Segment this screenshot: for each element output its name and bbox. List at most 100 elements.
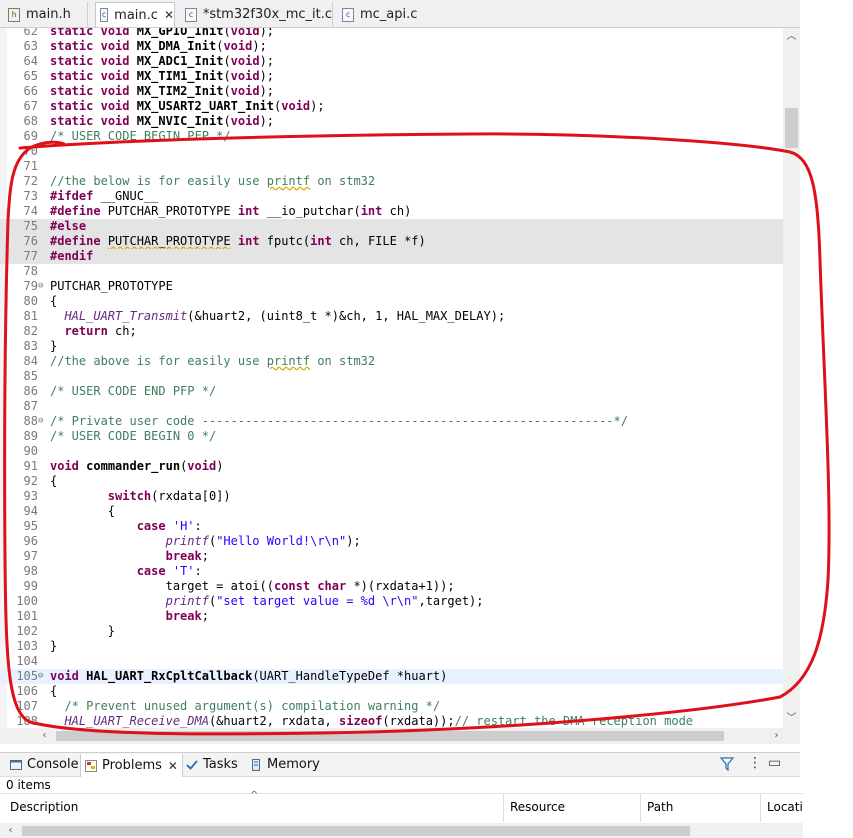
code-text[interactable]: static void MX_USART2_UART_Init(void); — [50, 99, 325, 114]
code-line[interactable]: 102 } — [0, 624, 783, 639]
code-line[interactable]: 101 break; — [0, 609, 783, 624]
tab-stm32f30x-mc-it-c[interactable]: c *stm32f30x_mc_it.c — [183, 2, 333, 27]
code-line[interactable]: 106{ — [0, 684, 783, 699]
code-text[interactable]: target = atoi((const char *)(rxdata+1)); — [50, 579, 455, 594]
vertical-scrollbar[interactable]: ︿ ﹀ — [783, 28, 800, 728]
code-text[interactable]: #ifdef __GNUC__ — [50, 189, 158, 204]
code-text[interactable]: { — [50, 294, 57, 309]
code-line[interactable]: 63static void MX_DMA_Init(void); — [0, 39, 783, 54]
code-line[interactable]: 76#define PUTCHAR_PROTOTYPE int fputc(in… — [0, 234, 783, 249]
code-line[interactable]: 92{ — [0, 474, 783, 489]
column-divider[interactable] — [640, 794, 641, 822]
code-line[interactable]: 88⊖/* Private user code ----------------… — [0, 414, 783, 429]
tab-console[interactable]: Console — [10, 757, 79, 772]
tab-mc-api-c[interactable]: c mc_api.c — [340, 2, 440, 27]
filter-icon[interactable] — [720, 757, 734, 771]
code-line[interactable]: 86/* USER CODE END PFP */ — [0, 384, 783, 399]
code-line[interactable]: 107 /* Prevent unused argument(s) compil… — [0, 699, 783, 714]
scroll-up-icon[interactable]: ︿ — [783, 30, 800, 44]
column-description[interactable]: Description — [10, 800, 78, 814]
code-line[interactable]: 74#define PUTCHAR_PROTOTYPE int __io_put… — [0, 204, 783, 219]
tab-main-c[interactable]: c main.c ✕ — [95, 2, 175, 27]
code-text[interactable]: HAL_UART_Receive_DMA(&huart2, rxdata, si… — [50, 714, 693, 729]
code-text[interactable]: /* USER CODE BEGIN 0 */ — [50, 429, 216, 444]
code-text[interactable]: /* USER CODE END PFP */ — [50, 384, 216, 399]
code-text[interactable]: #endif — [50, 249, 93, 264]
code-text[interactable]: //the below is for easily use printf on … — [50, 174, 375, 189]
code-line[interactable]: 71 — [0, 159, 783, 174]
scrollbar-thumb[interactable] — [56, 731, 724, 741]
code-line[interactable]: 87 — [0, 399, 783, 414]
fold-toggle-icon[interactable]: ⊖ — [38, 669, 46, 684]
code-line[interactable]: 80{ — [0, 294, 783, 309]
code-text[interactable]: case 'T': — [50, 564, 202, 579]
code-line[interactable]: 83} — [0, 339, 783, 354]
code-text[interactable]: return ch; — [50, 324, 137, 339]
close-icon[interactable]: ✕ — [168, 759, 178, 773]
code-text[interactable]: static void MX_TIM2_Init(void); — [50, 84, 274, 99]
code-editor[interactable]: 62static void MX_GPIO_Init(void);63stati… — [0, 28, 800, 744]
code-text[interactable]: static void MX_ADC1_Init(void); — [50, 54, 274, 69]
code-text[interactable]: static void MX_NVIC_Init(void); — [50, 114, 274, 129]
code-line[interactable]: 96 printf("Hello World!\r\n"); — [0, 534, 783, 549]
code-line[interactable]: 91void commander_run(void) — [0, 459, 783, 474]
minimize-icon[interactable]: ▭ — [768, 755, 781, 771]
code-line[interactable]: 105⊖void HAL_UART_RxCpltCallback(UART_Ha… — [0, 669, 783, 684]
code-text[interactable]: printf("Hello World!\r\n"); — [50, 534, 361, 549]
code-line[interactable]: 70 — [0, 144, 783, 159]
code-line[interactable]: 75#else — [0, 219, 783, 234]
tab-tasks[interactable]: Tasks — [186, 757, 238, 772]
code-text[interactable]: printf("set target value = %d \r\n",targ… — [50, 594, 484, 609]
code-line[interactable]: 97 break; — [0, 549, 783, 564]
scroll-right-icon[interactable]: › — [768, 729, 785, 743]
code-line[interactable]: 67static void MX_USART2_UART_Init(void); — [0, 99, 783, 114]
code-text[interactable]: void HAL_UART_RxCpltCallback(UART_Handle… — [50, 669, 447, 684]
tab-memory[interactable]: Memory — [250, 757, 320, 772]
scroll-down-icon[interactable]: ﹀ — [783, 712, 800, 726]
code-line[interactable]: 73#ifdef __GNUC__ — [0, 189, 783, 204]
panel-horizontal-scrollbar[interactable]: ‹ — [0, 823, 803, 838]
code-line[interactable]: 64static void MX_ADC1_Init(void); — [0, 54, 783, 69]
column-location[interactable]: Location — [767, 800, 803, 814]
column-resource[interactable]: Resource — [510, 800, 565, 814]
code-line[interactable]: 89/* USER CODE BEGIN 0 */ — [0, 429, 783, 444]
code-line[interactable]: 90 — [0, 444, 783, 459]
horizontal-scrollbar[interactable]: ‹ › — [0, 728, 800, 744]
code-line[interactable]: 65static void MX_TIM1_Init(void); — [0, 69, 783, 84]
code-line[interactable]: 100 printf("set target value = %d \r\n",… — [0, 594, 783, 609]
view-menu-icon[interactable]: ⋮ — [748, 755, 762, 771]
code-text[interactable]: static void MX_GPIO_Init(void); — [50, 28, 274, 39]
code-text[interactable]: /* USER CODE BEGIN PFP */ — [50, 129, 231, 144]
code-text[interactable]: static void MX_DMA_Init(void); — [50, 39, 267, 54]
code-text[interactable]: HAL_UART_Transmit(&huart2, (uint8_t *)&c… — [50, 309, 505, 324]
scroll-left-icon[interactable]: ‹ — [36, 729, 53, 743]
scrollbar-thumb[interactable] — [785, 108, 798, 148]
code-line[interactable]: 81 HAL_UART_Transmit(&huart2, (uint8_t *… — [0, 309, 783, 324]
code-text[interactable]: } — [50, 339, 57, 354]
column-divider[interactable] — [503, 794, 504, 822]
code-line[interactable]: 85 — [0, 369, 783, 384]
close-icon[interactable]: ✕ — [164, 8, 174, 22]
code-text[interactable]: } — [50, 639, 57, 654]
tab-main-h[interactable]: h main.h — [8, 2, 88, 27]
code-line[interactable]: 68static void MX_NVIC_Init(void); — [0, 114, 783, 129]
code-text[interactable]: switch(rxdata[0]) — [50, 489, 231, 504]
code-text[interactable]: case 'H': — [50, 519, 202, 534]
code-text[interactable]: static void MX_TIM1_Init(void); — [50, 69, 274, 84]
code-line[interactable]: 103} — [0, 639, 783, 654]
scrollbar-thumb[interactable] — [22, 826, 690, 836]
code-text[interactable]: PUTCHAR_PROTOTYPE — [50, 279, 173, 294]
code-line[interactable]: 62static void MX_GPIO_Init(void); — [0, 28, 783, 39]
code-text[interactable]: { — [50, 504, 115, 519]
code-line[interactable]: 69/* USER CODE BEGIN PFP */ — [0, 129, 783, 144]
code-line[interactable]: 79⊖PUTCHAR_PROTOTYPE — [0, 279, 783, 294]
code-line[interactable]: 108 HAL_UART_Receive_DMA(&huart2, rxdata… — [0, 714, 783, 729]
code-text[interactable]: #define PUTCHAR_PROTOTYPE int fputc(int … — [50, 234, 426, 249]
column-divider[interactable] — [760, 794, 761, 822]
code-text[interactable]: /* Private user code -------------------… — [50, 414, 628, 429]
code-line[interactable]: 95 case 'H': — [0, 519, 783, 534]
code-line[interactable]: 82 return ch; — [0, 324, 783, 339]
fold-toggle-icon[interactable]: ⊖ — [38, 414, 46, 429]
code-line[interactable]: 94 { — [0, 504, 783, 519]
code-line[interactable]: 72//the below is for easily use printf o… — [0, 174, 783, 189]
